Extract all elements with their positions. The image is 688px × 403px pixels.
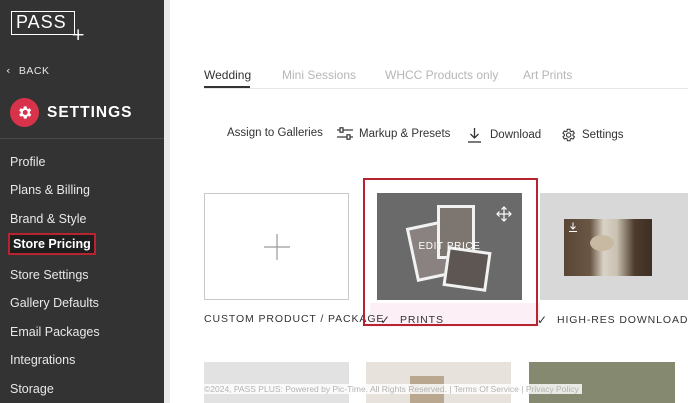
sidebar-item-storage[interactable]: Storage	[10, 382, 54, 396]
settings-button[interactable]: Settings	[560, 127, 624, 143]
bouquet-highlight	[590, 235, 614, 251]
selection-highlight	[363, 178, 538, 326]
sidebar-item-integrations[interactable]: Integrations	[10, 353, 75, 367]
check-icon: ✓	[537, 313, 548, 327]
custom-product-text: CUSTOM PRODUCT / PACKAGE	[204, 313, 385, 325]
markup-presets-label: Markup & Presets	[359, 127, 451, 140]
product-card-row2-3[interactable]	[529, 362, 675, 403]
sliders-icon	[337, 127, 353, 140]
back-label: BACK	[18, 64, 50, 77]
sidebar-item-brand-style[interactable]: Brand & Style	[10, 212, 86, 226]
sidebar-item-email-packages[interactable]: Email Packages	[10, 325, 100, 339]
sidebar-item-store-settings[interactable]: Store Settings	[10, 268, 89, 282]
assign-to-galleries-button[interactable]: Assign to Galleries	[227, 127, 323, 139]
tab-art-prints[interactable]: Art Prints	[523, 68, 572, 82]
high-res-downloads-card[interactable]	[540, 193, 688, 300]
sidebar-item-gallery-defaults[interactable]: Gallery Defaults	[10, 296, 99, 310]
download-icon	[569, 222, 577, 232]
sidebar-item-profile[interactable]: Profile	[10, 155, 45, 169]
sidebar: PASS + ‹ BACK SETTINGS Profile Plans & B…	[0, 0, 164, 403]
high-res-downloads-label: ✓ HIGH-RES DOWNLOADS	[537, 313, 688, 327]
sidebar-divider	[0, 138, 164, 139]
gear-icon	[10, 98, 39, 127]
tab-wedding[interactable]: Wedding	[204, 68, 251, 82]
sidebar-scroll-gutter	[164, 0, 170, 403]
logo-text: PASS	[16, 12, 67, 32]
settings-header: SETTINGS	[10, 98, 133, 127]
plus-icon	[263, 233, 290, 260]
tabs-divider	[204, 88, 688, 89]
logo-plus: +	[71, 25, 86, 45]
download-label: Download	[490, 129, 542, 141]
product-card-row2-1[interactable]	[204, 362, 349, 403]
chevron-left-icon: ‹	[6, 64, 11, 77]
add-custom-product-card[interactable]	[204, 193, 349, 300]
assign-to-galleries-label: Assign to Galleries	[227, 127, 323, 139]
tab-mini-sessions[interactable]: Mini Sessions	[282, 68, 356, 82]
markup-presets-button[interactable]: Markup & Presets	[337, 127, 450, 140]
pass-plus-logo[interactable]: PASS +	[11, 11, 85, 44]
settings-title: SETTINGS	[47, 103, 133, 121]
custom-product-label: CUSTOM PRODUCT / PACKAGE	[204, 313, 384, 325]
footer-text: ©2024, PASS PLUS: Powered by Pic-Time. A…	[204, 384, 582, 394]
gear-outline-icon	[562, 128, 576, 142]
sidebar-item-plans-billing[interactable]: Plans & Billing	[10, 183, 90, 197]
settings-label: Settings	[582, 129, 624, 141]
back-link[interactable]: ‹ BACK	[6, 64, 50, 77]
tab-whcc-products-only[interactable]: WHCC Products only	[385, 68, 498, 82]
product-card-row2-2[interactable]	[366, 362, 511, 403]
download-icon	[468, 128, 481, 143]
download-button[interactable]: Download	[467, 127, 541, 143]
sidebar-item-store-pricing[interactable]: Store Pricing	[8, 233, 96, 255]
high-res-downloads-text: HIGH-RES DOWNLOADS	[556, 314, 688, 326]
